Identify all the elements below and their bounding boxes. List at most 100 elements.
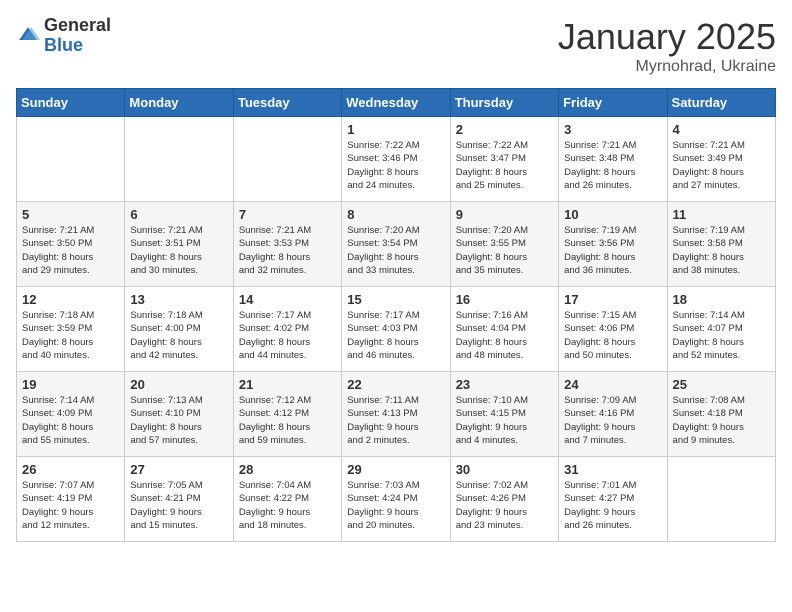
day-number: 23 — [456, 377, 553, 392]
calendar-cell: 20Sunrise: 7:13 AM Sunset: 4:10 PM Dayli… — [125, 372, 233, 457]
day-info: Sunrise: 7:04 AM Sunset: 4:22 PM Dayligh… — [239, 479, 336, 532]
day-info: Sunrise: 7:21 AM Sunset: 3:50 PM Dayligh… — [22, 224, 119, 277]
calendar-week-4: 19 Sunrise: 7:14 AM Sunset: 4:09 PM Dayli… — [17, 372, 776, 457]
calendar-cell: 24Sunrise: 7:09 AM Sunset: 4:16 PM Dayli… — [559, 372, 667, 457]
day-number: 16 — [456, 292, 553, 307]
calendar-cell: 26Sunrise: 7:07 AM Sunset: 4:19 PM Dayli… — [17, 457, 125, 542]
header-monday: Monday — [125, 89, 233, 117]
day-number: 25 — [673, 377, 770, 392]
calendar-cell: 7 Sunrise: 7:21 AM Sunset: 3:53 PM Daylig… — [233, 202, 341, 287]
calendar-week-3: 12 Sunrise: 7:18 AM Sunset: 3:59 PM Dayli… — [17, 287, 776, 372]
day-info: Sunrise: 7:10 AM Sunset: 4:15 PM Dayligh… — [456, 394, 553, 447]
day-info: Sunrise: 7:11 AM Sunset: 4:13 PM Dayligh… — [347, 394, 444, 447]
day-info: Sunrise: 7:21 AM Sunset: 3:51 PM Dayligh… — [130, 224, 227, 277]
day-number: 12 — [22, 292, 119, 307]
month-title: January 2025 — [558, 16, 776, 58]
calendar-cell — [125, 117, 233, 202]
day-info: Sunrise: 7:19 AM Sunset: 3:56 PM Dayligh… — [564, 224, 661, 277]
day-info: Sunrise: 7:02 AM Sunset: 4:26 PM Dayligh… — [456, 479, 553, 532]
day-info: Sunrise: 7:12 AM Sunset: 4:12 PM Dayligh… — [239, 394, 336, 447]
day-number: 21 — [239, 377, 336, 392]
day-info: Sunrise: 7:22 AM Sunset: 3:47 PM Dayligh… — [456, 139, 553, 192]
calendar-cell: 11 Sunrise: 7:19 AM Sunset: 3:58 PM Dayli… — [667, 202, 775, 287]
logo-blue: Blue — [44, 36, 111, 56]
calendar-cell: 2 Sunrise: 7:22 AM Sunset: 3:47 PM Daylig… — [450, 117, 558, 202]
day-number: 4 — [673, 122, 770, 137]
calendar-cell: 15 Sunrise: 7:17 AM Sunset: 4:03 PM Dayli… — [342, 287, 450, 372]
calendar-cell: 10 Sunrise: 7:19 AM Sunset: 3:56 PM Dayli… — [559, 202, 667, 287]
calendar-cell: 19 Sunrise: 7:14 AM Sunset: 4:09 PM Dayli… — [17, 372, 125, 457]
calendar-cell: 6 Sunrise: 7:21 AM Sunset: 3:51 PM Daylig… — [125, 202, 233, 287]
calendar-cell: 16 Sunrise: 7:16 AM Sunset: 4:04 PM Dayli… — [450, 287, 558, 372]
day-info: Sunrise: 7:09 AM Sunset: 4:16 PM Dayligh… — [564, 394, 661, 447]
day-info: Sunrise: 7:08 AM Sunset: 4:18 PM Dayligh… — [673, 394, 770, 447]
header-tuesday: Tuesday — [233, 89, 341, 117]
calendar-cell: 17 Sunrise: 7:15 AM Sunset: 4:06 PM Dayli… — [559, 287, 667, 372]
day-info: Sunrise: 7:17 AM Sunset: 4:03 PM Dayligh… — [347, 309, 444, 362]
calendar-cell — [667, 457, 775, 542]
day-info: Sunrise: 7:03 AM Sunset: 4:24 PM Dayligh… — [347, 479, 444, 532]
calendar-cell: 8Sunrise: 7:20 AM Sunset: 3:54 PM Daylig… — [342, 202, 450, 287]
day-info: Sunrise: 7:19 AM Sunset: 3:58 PM Dayligh… — [673, 224, 770, 277]
calendar-cell — [233, 117, 341, 202]
day-info: Sunrise: 7:21 AM Sunset: 3:48 PM Dayligh… — [564, 139, 661, 192]
calendar-header-row: SundayMondayTuesdayWednesdayThursdayFrid… — [17, 89, 776, 117]
day-number: 26 — [22, 462, 119, 477]
calendar-cell: 25 Sunrise: 7:08 AM Sunset: 4:18 PM Dayli… — [667, 372, 775, 457]
logo-text: General Blue — [44, 16, 111, 56]
calendar-cell: 27Sunrise: 7:05 AM Sunset: 4:21 PM Dayli… — [125, 457, 233, 542]
calendar-cell: 31 Sunrise: 7:01 AM Sunset: 4:27 PM Dayli… — [559, 457, 667, 542]
day-info: Sunrise: 7:18 AM Sunset: 3:59 PM Dayligh… — [22, 309, 119, 362]
day-number: 17 — [564, 292, 661, 307]
day-number: 3 — [564, 122, 661, 137]
day-number: 15 — [347, 292, 444, 307]
calendar-cell — [17, 117, 125, 202]
day-number: 27 — [130, 462, 227, 477]
calendar-week-2: 5 Sunrise: 7:21 AM Sunset: 3:50 PM Daylig… — [17, 202, 776, 287]
day-info: Sunrise: 7:13 AM Sunset: 4:10 PM Dayligh… — [130, 394, 227, 447]
day-number: 19 — [22, 377, 119, 392]
calendar-cell: 22 Sunrise: 7:11 AM Sunset: 4:13 PM Dayli… — [342, 372, 450, 457]
calendar-cell: 4Sunrise: 7:21 AM Sunset: 3:49 PM Daylig… — [667, 117, 775, 202]
logo-general: General — [44, 16, 111, 36]
day-number: 13 — [130, 292, 227, 307]
day-number: 31 — [564, 462, 661, 477]
day-info: Sunrise: 7:21 AM Sunset: 3:53 PM Dayligh… — [239, 224, 336, 277]
day-info: Sunrise: 7:17 AM Sunset: 4:02 PM Dayligh… — [239, 309, 336, 362]
day-info: Sunrise: 7:15 AM Sunset: 4:06 PM Dayligh… — [564, 309, 661, 362]
calendar-cell: 30 Sunrise: 7:02 AM Sunset: 4:26 PM Dayli… — [450, 457, 558, 542]
calendar-cell: 29Sunrise: 7:03 AM Sunset: 4:24 PM Dayli… — [342, 457, 450, 542]
day-info: Sunrise: 7:18 AM Sunset: 4:00 PM Dayligh… — [130, 309, 227, 362]
header-sunday: Sunday — [17, 89, 125, 117]
title-block: January 2025 Myrnohrad, Ukraine — [558, 16, 776, 76]
day-info: Sunrise: 7:22 AM Sunset: 3:46 PM Dayligh… — [347, 139, 444, 192]
calendar-cell: 1 Sunrise: 7:22 AM Sunset: 3:46 PM Daylig… — [342, 117, 450, 202]
page-header: General Blue January 2025 Myrnohrad, Ukr… — [16, 16, 776, 76]
calendar-cell: 3 Sunrise: 7:21 AM Sunset: 3:48 PM Daylig… — [559, 117, 667, 202]
day-number: 1 — [347, 122, 444, 137]
day-number: 2 — [456, 122, 553, 137]
calendar-cell: 9 Sunrise: 7:20 AM Sunset: 3:55 PM Daylig… — [450, 202, 558, 287]
header-thursday: Thursday — [450, 89, 558, 117]
day-number: 6 — [130, 207, 227, 222]
header-friday: Friday — [559, 89, 667, 117]
calendar-cell: 5 Sunrise: 7:21 AM Sunset: 3:50 PM Daylig… — [17, 202, 125, 287]
day-info: Sunrise: 7:14 AM Sunset: 4:09 PM Dayligh… — [22, 394, 119, 447]
day-number: 7 — [239, 207, 336, 222]
day-number: 18 — [673, 292, 770, 307]
day-number: 9 — [456, 207, 553, 222]
day-number: 5 — [22, 207, 119, 222]
day-number: 11 — [673, 207, 770, 222]
day-info: Sunrise: 7:16 AM Sunset: 4:04 PM Dayligh… — [456, 309, 553, 362]
calendar-cell: 12 Sunrise: 7:18 AM Sunset: 3:59 PM Dayli… — [17, 287, 125, 372]
day-info: Sunrise: 7:20 AM Sunset: 3:55 PM Dayligh… — [456, 224, 553, 277]
day-number: 22 — [347, 377, 444, 392]
calendar-week-5: 26Sunrise: 7:07 AM Sunset: 4:19 PM Dayli… — [17, 457, 776, 542]
day-number: 28 — [239, 462, 336, 477]
calendar-cell: 28 Sunrise: 7:04 AM Sunset: 4:22 PM Dayli… — [233, 457, 341, 542]
day-number: 10 — [564, 207, 661, 222]
day-info: Sunrise: 7:01 AM Sunset: 4:27 PM Dayligh… — [564, 479, 661, 532]
calendar-cell: 23 Sunrise: 7:10 AM Sunset: 4:15 PM Dayli… — [450, 372, 558, 457]
day-number: 30 — [456, 462, 553, 477]
day-info: Sunrise: 7:20 AM Sunset: 3:54 PM Dayligh… — [347, 224, 444, 277]
